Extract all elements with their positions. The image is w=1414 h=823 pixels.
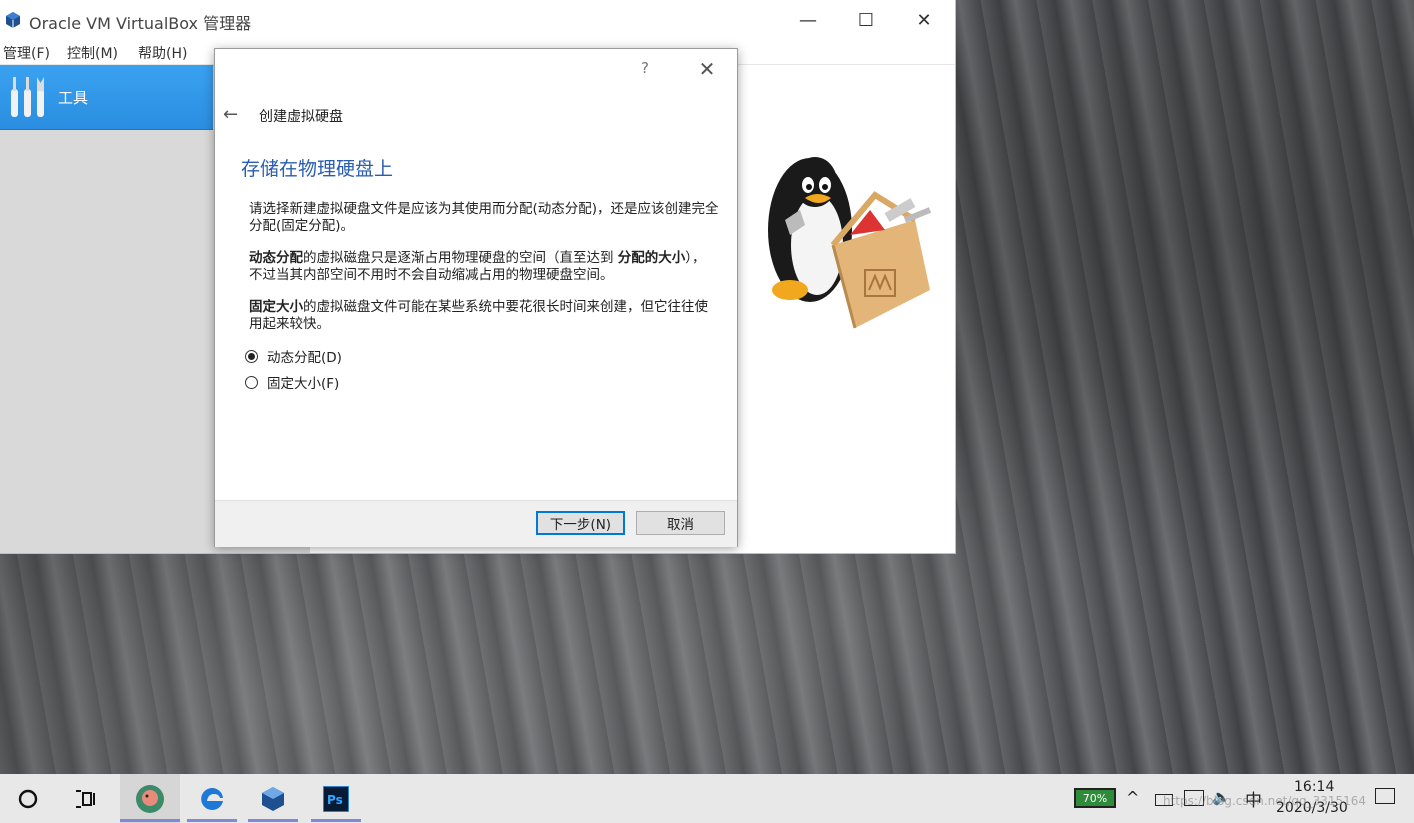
radio-fixed-label: 固定大小(F) <box>267 376 340 392</box>
next-button[interactable]: 下一步(N) <box>536 511 625 535</box>
description-paragraph: 请选择新建虚拟硬盘文件是应该为其使用而分配(动态分配)，还是应该创建完全分配(固… <box>249 201 719 234</box>
sidebar-item-tools[interactable]: 工具 <box>0 65 213 130</box>
help-button[interactable]: ? <box>641 59 649 77</box>
taskbar-virtualbox[interactable] <box>248 774 298 823</box>
svg-text:Ps: Ps <box>327 793 343 807</box>
dialog-close-button[interactable]: ✕ <box>695 57 719 81</box>
dialog-heading: 存储在物理硬盘上 <box>241 158 394 180</box>
watermark-text: https://blog.csdn.net/qq_3315164 <box>1163 794 1367 808</box>
minimize-button[interactable]: — <box>779 0 837 40</box>
virtualbox-taskbar-icon <box>262 786 284 811</box>
dynamic-bold: 动态分配 <box>249 250 303 266</box>
cortana-search-button[interactable] <box>8 774 48 823</box>
task-view-button[interactable] <box>66 774 106 823</box>
dialog-title: 创建虚拟硬盘 <box>259 109 343 125</box>
avatar-app-icon <box>136 784 164 813</box>
taskbar-photoshop-indicator <box>311 819 361 822</box>
penguin-toolbox-illustration <box>768 157 932 329</box>
title-bar[interactable]: Oracle VM VirtualBox 管理器 — ☐ ✕ <box>0 0 955 40</box>
menu-control[interactable]: 控制(M) <box>67 43 118 63</box>
battery-indicator[interactable]: 70% <box>1074 788 1116 808</box>
show-hidden-icons-chevron-icon[interactable]: ^ <box>1126 788 1139 807</box>
cortana-circle-icon <box>18 789 38 808</box>
close-button[interactable]: ✕ <box>895 0 953 40</box>
allocated-size-bold: 分配的大小 <box>617 250 686 266</box>
dynamic-text-mid: 的虚拟磁盘只是逐渐占用物理硬盘的空间（直至达到 <box>303 250 618 266</box>
create-virtual-disk-dialog: ? ✕ ← 创建虚拟硬盘 存储在物理硬盘上 请选择新建虚拟硬盘文件是应该为其使用… <box>214 48 738 547</box>
task-view-icon <box>76 789 95 808</box>
maximize-icon: ☐ <box>857 9 875 31</box>
dialog-footer: 下一步(N) 取消 <box>215 500 737 547</box>
taskbar-edge-indicator <box>187 819 237 822</box>
maximize-button[interactable]: ☐ <box>837 0 895 40</box>
menu-help[interactable]: 帮助(H) <box>138 43 187 63</box>
close-icon: ✕ <box>916 9 932 31</box>
taskbar-app-avatar[interactable] <box>120 774 180 823</box>
taskbar-photoshop[interactable]: Ps <box>311 774 361 823</box>
taskbar-edge[interactable] <box>187 774 237 823</box>
radio-fixed-indicator[interactable] <box>245 375 258 389</box>
fixed-size-paragraph: 固定大小的虚拟磁盘文件可能在某些系统中要花很长时间来创建，但它往往使用起来较快。 <box>249 299 719 333</box>
fixed-bold: 固定大小 <box>249 299 303 315</box>
minimize-icon: — <box>799 9 817 31</box>
back-arrow-icon[interactable]: ← <box>223 104 238 125</box>
radio-dynamic-label: 动态分配(D) <box>267 350 342 366</box>
tools-icon <box>11 77 44 117</box>
taskbar-virtualbox-indicator <box>248 819 298 822</box>
taskbar: Ps 70% ^ 🔈 中 16:14 2020/3/30 https://blo… <box>0 774 1414 823</box>
virtualbox-app-icon <box>6 12 20 28</box>
dynamic-allocation-paragraph: 动态分配的虚拟磁盘只是逐渐占用物理硬盘的空间（直至达到 分配的大小），不过当其内… <box>249 250 719 284</box>
taskbar-active-indicator <box>120 819 180 822</box>
cancel-button[interactable]: 取消 <box>636 511 725 535</box>
photoshop-icon: Ps <box>323 785 349 812</box>
menu-manage[interactable]: 管理(F) <box>3 43 50 63</box>
radio-dynamic-indicator[interactable] <box>245 349 258 363</box>
notification-center-icon[interactable] <box>1375 788 1395 804</box>
edge-icon <box>201 787 223 810</box>
radio-dynamic-allocation[interactable]: 动态分配(D) <box>245 346 342 366</box>
radio-fixed-size[interactable]: 固定大小(F) <box>245 372 339 392</box>
fixed-text: 的虚拟磁盘文件可能在某些系统中要花很长时间来创建，但它往往使用起来较快。 <box>249 299 708 332</box>
tools-label: 工具 <box>58 89 89 107</box>
clock-time[interactable]: 16:14 <box>1294 779 1334 795</box>
window-title: Oracle VM VirtualBox 管理器 <box>29 14 252 33</box>
